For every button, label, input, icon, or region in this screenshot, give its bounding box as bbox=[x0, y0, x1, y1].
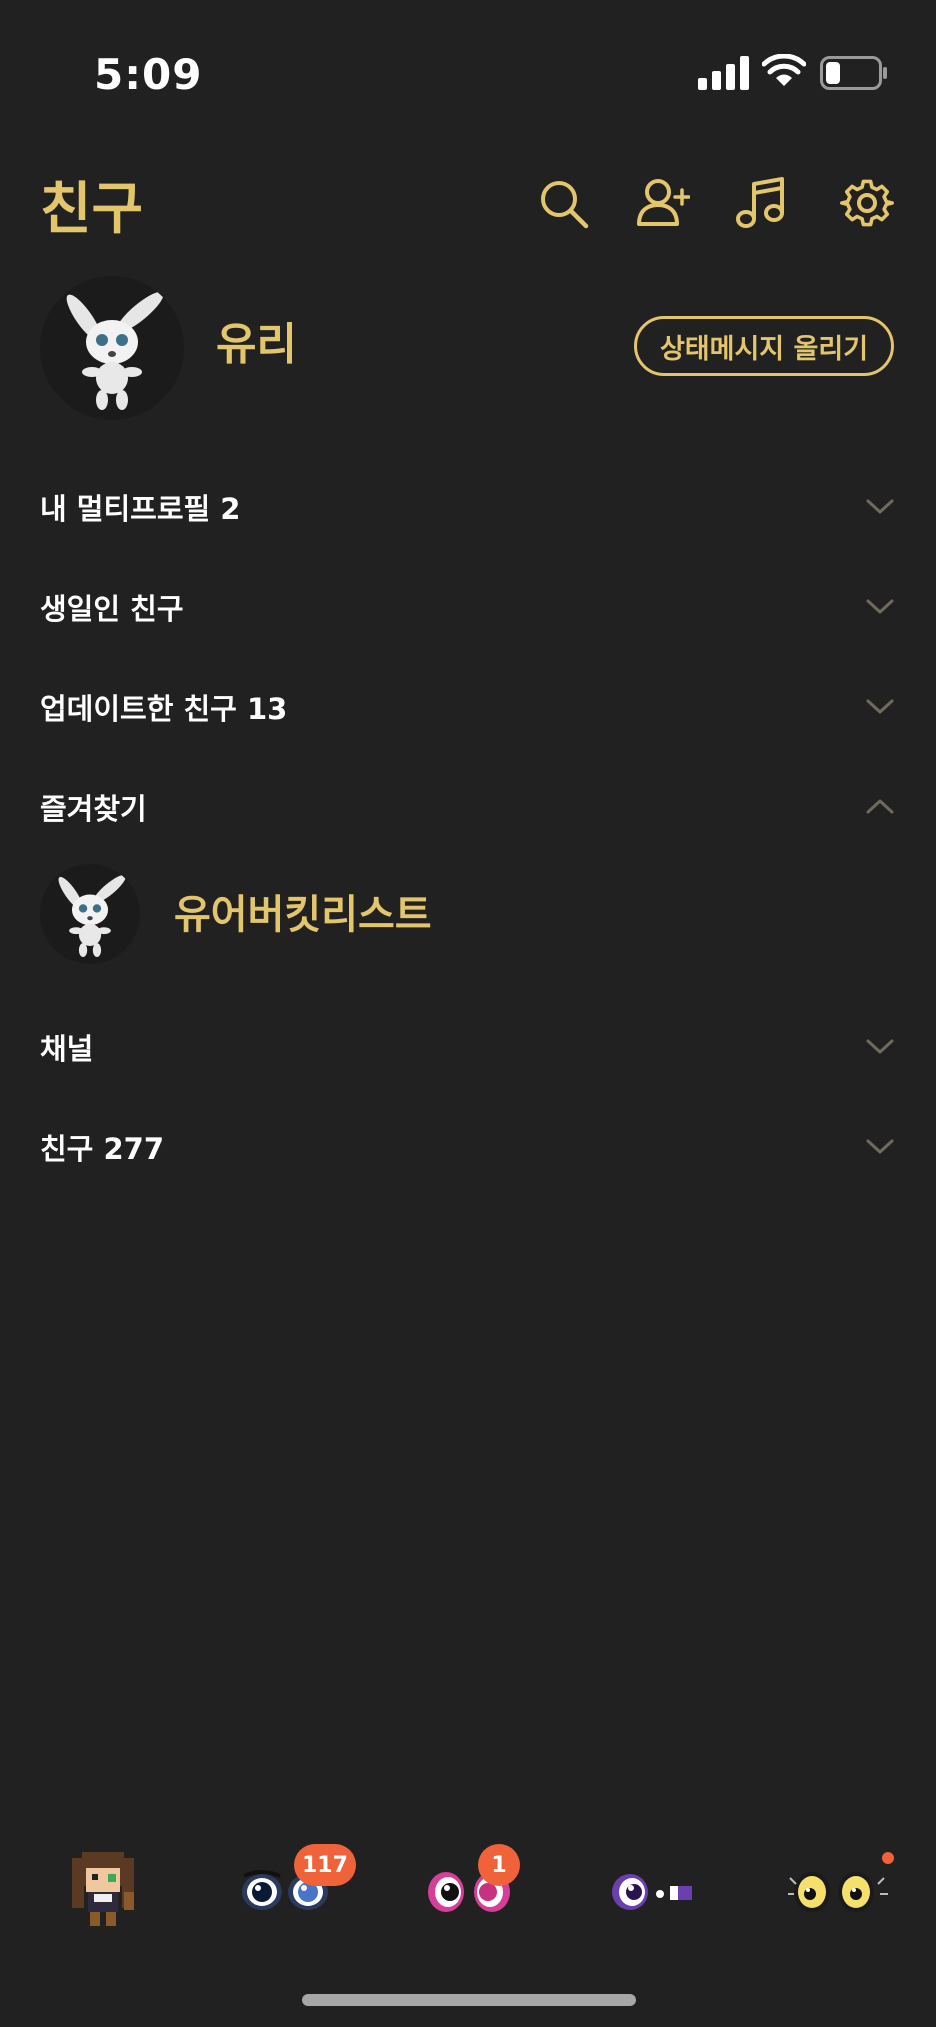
settings-icon[interactable] bbox=[840, 176, 894, 230]
chevron-down-icon[interactable] bbox=[864, 490, 896, 522]
chevron-down-icon[interactable] bbox=[864, 590, 896, 622]
section-label: 업데이트한 친구 13 bbox=[40, 692, 288, 726]
profile-name: 유리 bbox=[216, 319, 297, 370]
tab-more[interactable] bbox=[784, 1834, 894, 1934]
search-icon[interactable] bbox=[536, 176, 590, 230]
section-label: 즐겨찾기 bbox=[40, 792, 147, 826]
avatar[interactable] bbox=[40, 276, 184, 420]
status-time: 5:09 bbox=[94, 50, 203, 99]
status-bar: 5:09 bbox=[0, 0, 936, 140]
tab-friends[interactable] bbox=[48, 1834, 158, 1934]
tab-shopping[interactable] bbox=[604, 1834, 714, 1934]
my-profile[interactable]: 유리 상태메시지 올리기 bbox=[0, 272, 936, 422]
section-favorites[interactable]: 즐겨찾기 bbox=[0, 766, 936, 846]
chevron-down-icon[interactable] bbox=[864, 1030, 896, 1062]
chevron-down-icon[interactable] bbox=[864, 1130, 896, 1162]
header: 친구 bbox=[0, 150, 936, 250]
chevron-down-icon[interactable] bbox=[864, 690, 896, 722]
bunny-avatar-icon bbox=[58, 874, 126, 958]
signal-icon bbox=[698, 56, 749, 90]
chats-unread-badge: 117 bbox=[294, 1844, 356, 1886]
section-birthday-friends[interactable]: 생일인 친구 bbox=[0, 566, 936, 646]
wifi-icon bbox=[762, 54, 806, 86]
tab-bar: 117 1 bbox=[0, 1820, 936, 1950]
page-title: 친구 bbox=[40, 177, 144, 242]
section-label: 생일인 친구 bbox=[40, 592, 184, 626]
chevron-up-icon[interactable] bbox=[864, 790, 896, 822]
status-message-button[interactable]: 상태메시지 올리기 bbox=[634, 316, 894, 376]
section-label: 채널 bbox=[40, 1032, 94, 1066]
home-indicator[interactable] bbox=[302, 1994, 636, 2006]
add-friend-icon[interactable] bbox=[636, 176, 690, 230]
favorite-friend-name: 유어버킷리스트 bbox=[174, 892, 432, 938]
bunny-avatar-icon bbox=[66, 291, 164, 410]
favorite-friend-item[interactable]: 유어버킷리스트 bbox=[0, 858, 936, 968]
music-icon[interactable] bbox=[734, 176, 788, 230]
avatar[interactable] bbox=[40, 864, 140, 964]
openchat-unread-badge: 1 bbox=[478, 1844, 520, 1886]
more-notification-dot bbox=[882, 1852, 894, 1864]
battery-icon bbox=[820, 56, 887, 90]
section-channels[interactable]: 채널 bbox=[0, 1006, 936, 1086]
section-label: 친구 277 bbox=[40, 1132, 164, 1166]
section-multi-profile[interactable]: 내 멀티프로필 2 bbox=[0, 466, 936, 546]
section-label: 내 멀티프로필 2 bbox=[40, 492, 241, 526]
section-friends[interactable]: 친구 277 bbox=[0, 1106, 936, 1186]
section-updated-friends[interactable]: 업데이트한 친구 13 bbox=[0, 666, 936, 746]
